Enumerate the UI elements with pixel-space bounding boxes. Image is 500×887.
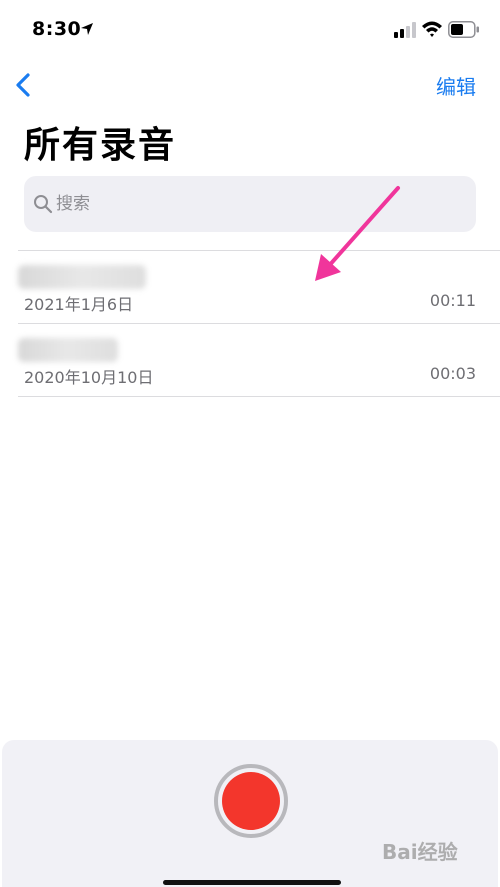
status-bar: 8:30	[0, 0, 500, 60]
recording-date: 2020年10月10日	[24, 368, 154, 387]
chevron-left-icon[interactable]	[10, 68, 38, 102]
recording-duration: 00:03	[429, 364, 476, 383]
page-title: 所有录音	[24, 125, 177, 166]
battery-icon	[448, 21, 479, 38]
recording-row[interactable]: 2020年10月10日 00:03	[18, 324, 500, 396]
record-button[interactable]	[214, 764, 288, 838]
watermark-text: Bai经验	[382, 840, 458, 864]
edit-button[interactable]: 编辑	[436, 71, 476, 100]
status-time: 8:30	[32, 18, 82, 40]
recording-row[interactable]: 2021年1月6日 00:11	[18, 251, 500, 323]
home-indicator[interactable]	[163, 880, 341, 885]
record-icon	[222, 772, 280, 830]
recording-duration: 00:11	[429, 291, 476, 310]
recording-date: 2021年1月6日	[24, 295, 134, 314]
annotation-arrow-icon	[315, 186, 400, 281]
recording-name	[18, 338, 118, 362]
recording-name	[18, 265, 146, 289]
wifi-icon	[422, 21, 442, 37]
search-icon	[34, 195, 53, 214]
cellular-signal-icon	[394, 22, 416, 38]
list-divider	[18, 396, 500, 397]
watermark: Bai经验	[382, 832, 494, 866]
location-arrow-icon	[81, 23, 93, 35]
